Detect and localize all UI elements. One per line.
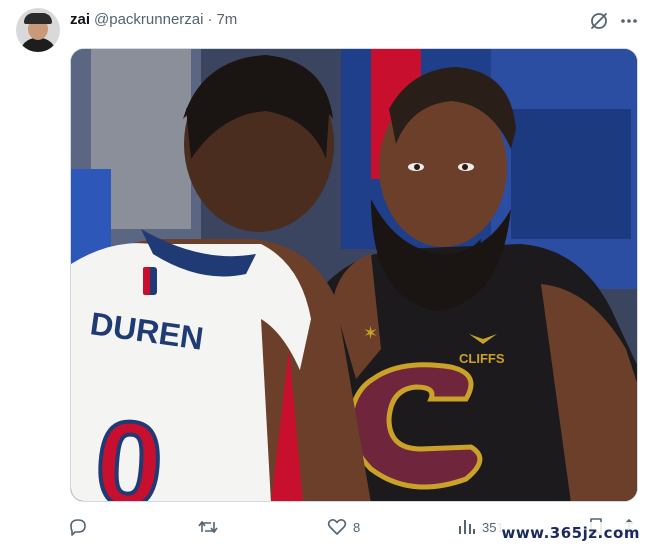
avatar-body	[20, 38, 56, 52]
display-name[interactable]: zai	[70, 11, 90, 28]
more-icon[interactable]	[618, 10, 640, 32]
jersey-number: 0	[91, 395, 167, 502]
post-image[interactable]: CLIFFS ✶ DUREN 0	[70, 48, 638, 502]
like-icon	[327, 517, 347, 537]
repost-icon	[197, 517, 219, 537]
like-button[interactable]: 8	[327, 514, 360, 540]
separator-dot: ·	[207, 11, 213, 28]
post-header: zai @packrunnerzai · 7m	[70, 11, 237, 31]
sponsor-patch-text: CLIFFS	[459, 351, 505, 366]
post-time[interactable]: 7m	[216, 11, 237, 28]
like-count: 8	[353, 519, 361, 535]
repost-button[interactable]	[197, 514, 225, 540]
avatar-cap	[24, 13, 52, 24]
reply-icon	[68, 517, 88, 537]
watermark: www.365jz.com	[497, 522, 644, 544]
jordan-logo: ✶	[363, 323, 378, 343]
avatar[interactable]	[16, 8, 60, 52]
grok-icon[interactable]	[588, 10, 610, 32]
reply-button[interactable]	[68, 514, 94, 540]
views-icon	[458, 517, 476, 537]
post: zai @packrunnerzai · 7m CLIFFS ✶ DUREN 0…	[0, 0, 652, 552]
photo-illustration: CLIFFS ✶ DUREN 0	[71, 49, 637, 502]
user-handle[interactable]: @packrunnerzai	[94, 11, 203, 28]
